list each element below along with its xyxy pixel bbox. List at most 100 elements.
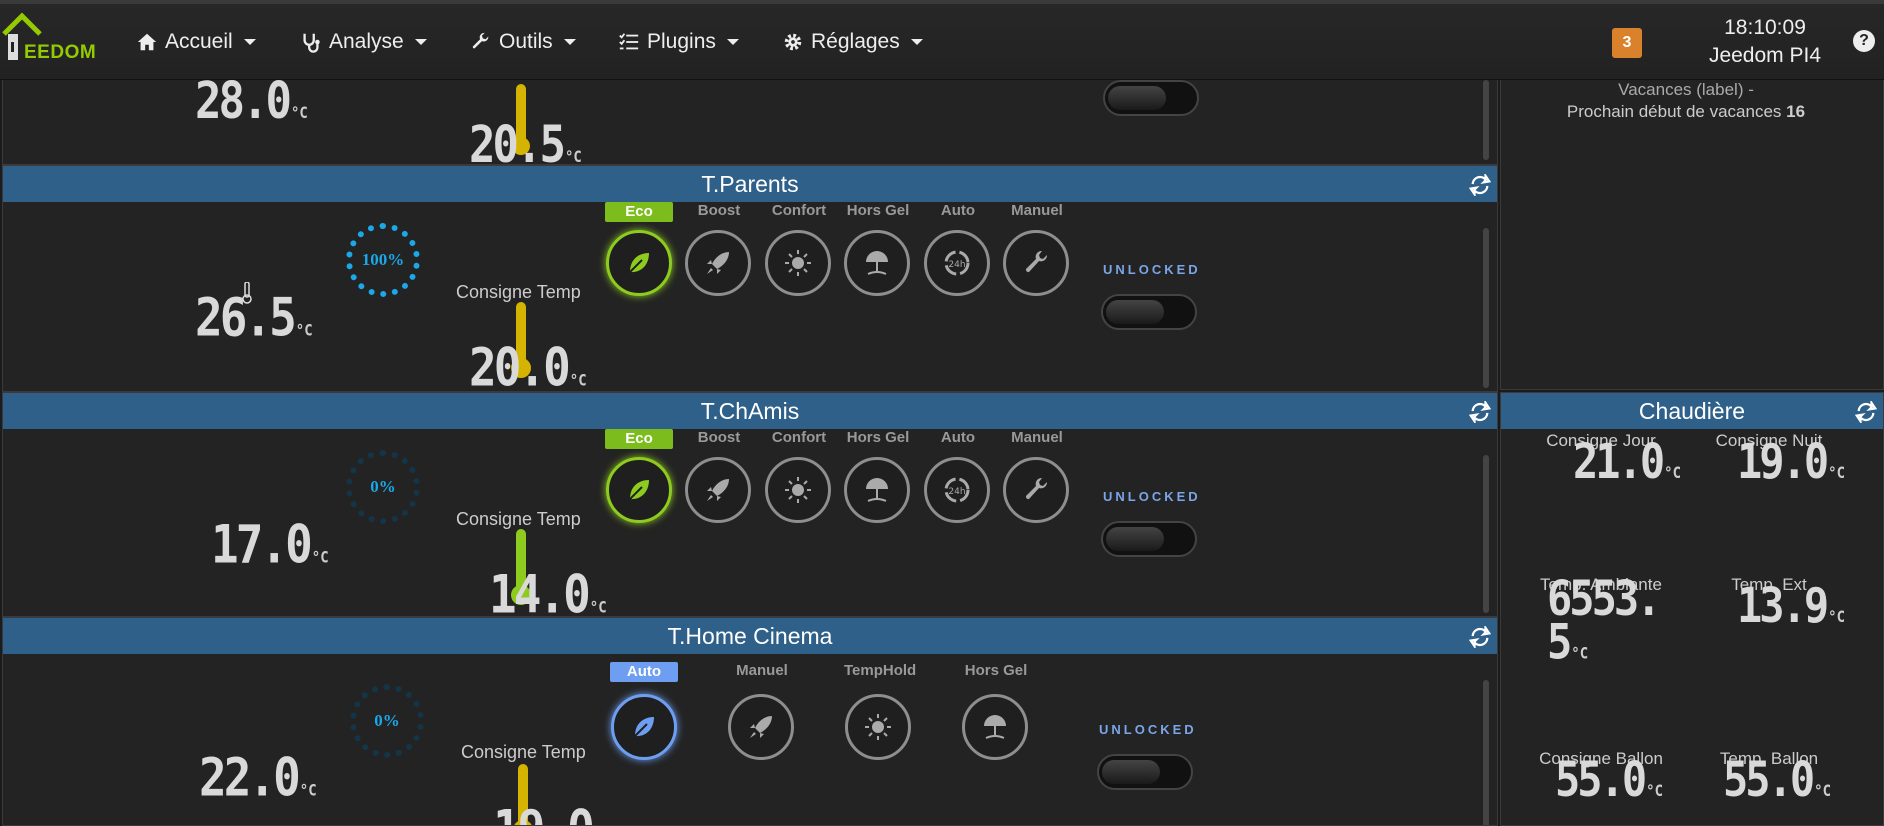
panel-header: T.Home Cinema xyxy=(3,618,1497,654)
chevron-down-icon xyxy=(910,39,923,45)
mode-confort-button[interactable] xyxy=(765,457,831,523)
panel-title: Chaudière xyxy=(1638,397,1746,424)
refresh-icon[interactable] xyxy=(1855,401,1877,423)
value: 19.0 xyxy=(1737,433,1829,490)
mode-auto-button[interactable]: 24h xyxy=(924,457,990,523)
wrench-icon xyxy=(472,32,489,49)
nav-accueil[interactable]: Accueil xyxy=(136,28,256,56)
mode-label-boost: Boost xyxy=(697,429,741,446)
lock-toggle[interactable] xyxy=(1103,80,1199,116)
nav-reglages-label: Réglages xyxy=(811,30,900,53)
unit-label: °C xyxy=(1571,644,1589,664)
rocket-icon xyxy=(707,252,729,274)
unit-label: °C xyxy=(1814,782,1832,801)
temp-value: 22.0 xyxy=(199,746,301,809)
nav-plugins[interactable]: Plugins xyxy=(618,28,739,56)
current-temp: 17.0 °C xyxy=(211,513,329,575)
nav-outils-label: Outils xyxy=(499,30,553,53)
consigne-jour-value: 21.0 °C xyxy=(1573,433,1681,489)
refresh-icon[interactable] xyxy=(1469,401,1491,423)
home-icon xyxy=(137,33,157,51)
notification-badge[interactable]: 3 xyxy=(1612,28,1642,58)
mode-label-auto: Auto xyxy=(610,662,678,682)
gear-icon xyxy=(784,33,802,51)
vacances-next-label: Prochain début de vacances xyxy=(1566,102,1782,121)
scrollbar[interactable] xyxy=(1483,80,1489,160)
navbar: EEDOM Accueil Analyse Outils Plugins Rég… xyxy=(0,0,1884,80)
refresh-icon[interactable] xyxy=(1469,174,1491,196)
consigne-ballon-value: 55.0 °C xyxy=(1555,751,1663,807)
valve-gauge: 0% xyxy=(346,450,420,524)
vacances-panel: Vacances (label) - Prochain début de vac… xyxy=(1500,80,1884,390)
mode-label-hors-gel: Hors Gel xyxy=(846,429,910,446)
jeedom-logo[interactable]: EEDOM xyxy=(2,12,108,68)
consigne-number: 14.0 xyxy=(489,563,591,617)
mode-hors-gel-button[interactable] xyxy=(962,694,1028,760)
panel-header: T.Parents xyxy=(3,166,1497,202)
panel-header: Chaudière xyxy=(1501,393,1883,429)
leaf-icon xyxy=(629,480,649,500)
vacances-label: Vacances (label) - xyxy=(1618,80,1754,99)
mode-hors-gel-button[interactable] xyxy=(844,457,910,523)
mode-label-manuel: Manuel xyxy=(736,662,788,679)
scrollbar[interactable] xyxy=(1483,680,1489,825)
scrollbar[interactable] xyxy=(1483,228,1489,388)
mode-auto-button[interactable]: 24h xyxy=(924,230,990,296)
value: 13.9 xyxy=(1737,577,1829,634)
consigne-value: 20.0 °C xyxy=(469,336,587,391)
nav-reglages[interactable]: Réglages xyxy=(782,28,923,56)
mode-manuel-button[interactable] xyxy=(1003,230,1069,296)
scrollbar[interactable] xyxy=(1483,455,1489,613)
nav-analyse[interactable]: Analyse xyxy=(300,28,427,56)
lock-status: UNLOCKED xyxy=(1103,489,1201,504)
consigne-value: 19.0°C xyxy=(493,798,611,825)
thermostat-panel-partial: 28.0 °C 20.5 °C xyxy=(2,80,1498,165)
lock-toggle[interactable] xyxy=(1101,521,1197,557)
mode-label-confort: Confort xyxy=(771,202,827,219)
nav-outils[interactable]: Outils xyxy=(470,28,576,56)
mode-manuel-button[interactable] xyxy=(1003,457,1069,523)
unit-label: °C xyxy=(290,104,308,123)
consigne-number: 19.0 xyxy=(493,798,595,825)
help-icon[interactable]: ? xyxy=(1853,30,1875,52)
lock-toggle[interactable] xyxy=(1097,754,1193,790)
temp-value: 17.0 xyxy=(211,513,313,576)
mode-label-confort: Confort xyxy=(771,429,827,446)
sun-icon xyxy=(785,250,811,276)
refresh-icon[interactable] xyxy=(1469,626,1491,648)
mode-boost-button[interactable] xyxy=(685,457,751,523)
mode-auto-button[interactable] xyxy=(611,694,677,760)
panel-title: T.Parents xyxy=(701,170,799,197)
mode-manuel-button[interactable] xyxy=(728,694,794,760)
current-temp: 22.0 °C xyxy=(199,746,317,808)
consigne-label: Consigne Temp xyxy=(456,509,581,529)
chevron-down-icon xyxy=(243,39,256,45)
wrench-icon xyxy=(1025,250,1048,273)
mode-label-manuel: Manuel xyxy=(1011,202,1063,219)
host-name: Jeedom PI4 xyxy=(1708,44,1822,67)
mode-boost-button[interactable] xyxy=(685,230,751,296)
consigne-label: Consigne Temp xyxy=(461,742,586,762)
lock-toggle[interactable] xyxy=(1101,294,1197,330)
consigne-value: 20.5 °C xyxy=(469,116,582,164)
nav-accueil-label: Accueil xyxy=(165,30,233,53)
sun-icon xyxy=(865,714,891,740)
unit-label: °C xyxy=(1828,464,1846,483)
toggle-knob xyxy=(1108,86,1166,110)
chevron-down-icon xyxy=(726,39,739,45)
unit-label: °C xyxy=(299,781,317,801)
unit-label: °C xyxy=(569,371,587,391)
mode-label-hors-gel: Hors Gel xyxy=(964,662,1028,679)
temp-value: 28.0 xyxy=(195,80,292,131)
value: 55.0 xyxy=(1723,751,1815,808)
clock: 18:10:09 Jeedom PI4 xyxy=(1700,14,1830,70)
chaudiere-panel: Chaudière Consigne Jour 21.0 °C Consigne … xyxy=(1500,392,1884,826)
leaf-icon xyxy=(634,717,654,737)
mode-confort-button[interactable] xyxy=(765,230,831,296)
mode-eco-button[interactable] xyxy=(606,230,672,296)
mode-eco-button[interactable] xyxy=(606,457,672,523)
mode-hors-gel-button[interactable] xyxy=(844,230,910,296)
temp-ext-value: 13.9 °C xyxy=(1737,577,1845,633)
mode-temphold-button[interactable] xyxy=(845,694,911,760)
temp-ballon-value: 55.0 °C xyxy=(1723,751,1831,807)
